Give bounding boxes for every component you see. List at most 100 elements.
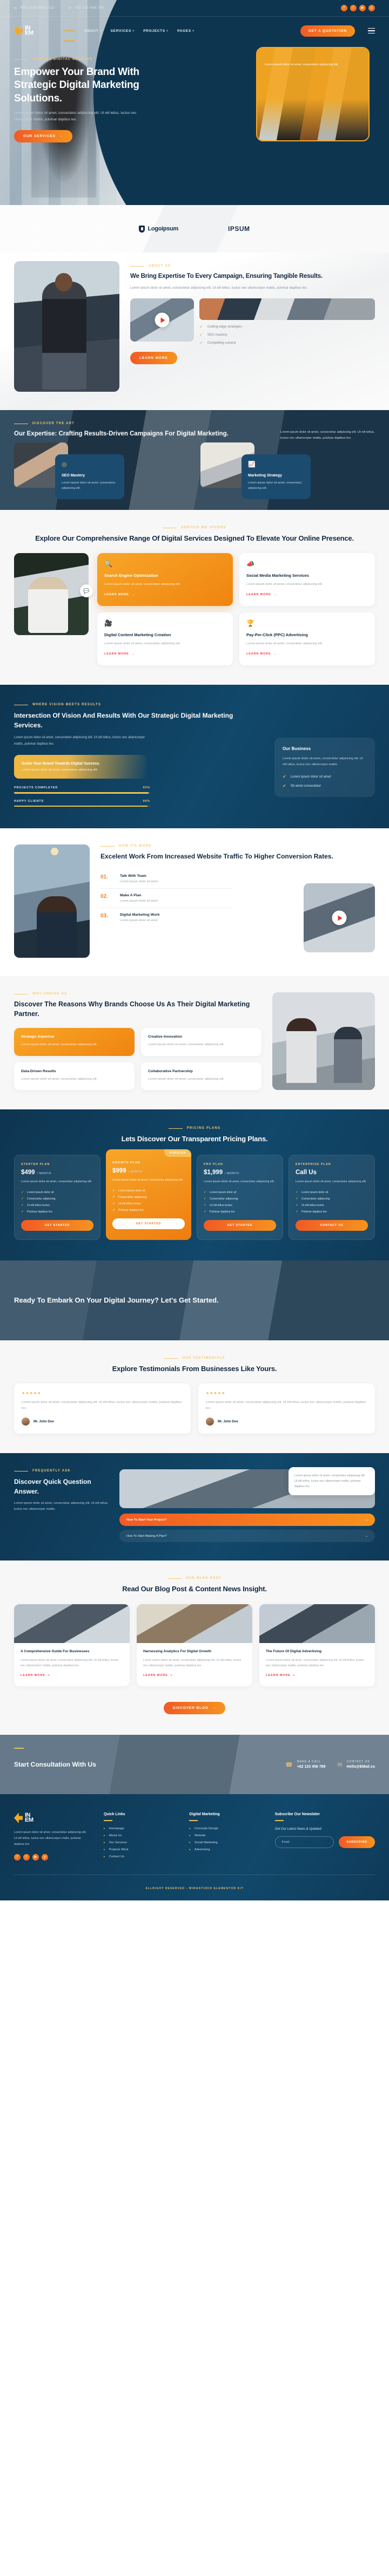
newsletter-email-input[interactable]: [274, 1836, 334, 1848]
twitter-icon[interactable]: t: [23, 1854, 30, 1861]
twitter-icon[interactable]: t: [350, 5, 357, 11]
footer-link-advertising[interactable]: ▸ Advertising: [189, 1848, 260, 1851]
testimonial-text: Lorem ipsum dolor sit amet, consectetur …: [206, 1401, 366, 1410]
pricing-plan-pro[interactable]: PRO PLAN $1,999 / MONTH Lorem ipsum dolo…: [197, 1155, 283, 1241]
about-video-thumb[interactable]: [130, 298, 194, 342]
about-check-item: ✓ Compelling content: [199, 340, 375, 345]
footer-link-concepts[interactable]: ▸ Concepts Design: [189, 1827, 260, 1830]
blog-eyebrow: OUR BLOG POST: [14, 1577, 375, 1580]
nav-item-services[interactable]: SERVICES +: [111, 29, 135, 33]
consultation-email[interactable]: ✉ CONTACT US Hello@EMail.co: [337, 1760, 375, 1769]
about-section: ABOUT US We Bring Expertise To Every Cam…: [0, 253, 389, 410]
footer-newsletter-column: Subscribe Our Newslater Get Our Latest N…: [274, 1812, 375, 1861]
plan-cta-button[interactable]: CONTACT US: [296, 1220, 368, 1231]
blog-learn-more-link[interactable]: LEARN MORE»: [21, 1674, 50, 1677]
service-card-social[interactable]: 📣 Social Media Marketing Services Lorem …: [239, 553, 375, 606]
progress-track: [14, 805, 150, 807]
pinterest-icon[interactable]: p: [368, 5, 375, 11]
faq-accordion-item-2[interactable]: How To Start Making A Plan? ⌄: [119, 1530, 375, 1543]
nav-item-projects[interactable]: PROJECTS +: [143, 29, 169, 33]
newsletter-subscribe-button[interactable]: SUBSCRIBE: [339, 1836, 375, 1848]
nav-item-pages[interactable]: PAGES +: [177, 29, 194, 33]
plan-cta-button[interactable]: GET STARTED: [112, 1218, 185, 1230]
blog-card[interactable]: The Future Of Digital Advertising Lorem …: [259, 1604, 375, 1687]
facebook-icon[interactable]: f: [341, 5, 347, 11]
nav-item-home[interactable]: HOME: [63, 29, 76, 42]
pricing-plan-growth[interactable]: POPULAR GROWTH PLAN $999 / MONTH Lorem i…: [106, 1149, 191, 1241]
blog-learn-more-link[interactable]: LEARN MORE»: [143, 1674, 173, 1677]
business-check-item: ✓ Lorem ipsum dolor sit amet: [283, 774, 367, 779]
get-quotation-button[interactable]: GET A QUOTATION: [300, 25, 355, 37]
service-learn-more-link[interactable]: LEARN MORE →: [104, 652, 135, 656]
how-step-number: 02.: [100, 893, 108, 899]
faq-accordion-item-1[interactable]: How To Start Your Project? ⌄: [119, 1514, 375, 1526]
discover-blog-button[interactable]: DISCOVER BLOG →: [163, 1702, 226, 1715]
service-card-ppc[interactable]: 🏆 Pay-Per-Click (PPC) Advertising Lorem …: [239, 612, 375, 666]
blog-title: Read Our Blog Post & Content News Insigh…: [122, 1585, 267, 1593]
footer-link-contact[interactable]: ▸ Contact Us: [104, 1855, 175, 1858]
about-learn-more-button[interactable]: LEARN MORE: [130, 352, 177, 365]
pricing-plan-enterprise[interactable]: ENTERPRISE PLAN Call Us Lorem ipsum dolo…: [289, 1155, 375, 1241]
youtube-icon[interactable]: ▶: [32, 1854, 39, 1861]
how-video-thumb[interactable]: [304, 883, 375, 953]
service-card-content[interactable]: 🎥 Digital Content Marketing Creation Lor…: [97, 612, 233, 666]
blog-card[interactable]: A Comprehensive Guide For Businesses Lor…: [14, 1604, 130, 1687]
blog-learn-more-link[interactable]: LEARN MORE»: [266, 1674, 296, 1677]
service-learn-more-link[interactable]: LEARN MORE →: [246, 593, 277, 596]
blog-section: OUR BLOG POST Read Our Blog Post & Conte…: [0, 1560, 389, 1735]
topbar-email[interactable]: ✉ HELLO@EMAIL.CO: [14, 6, 54, 10]
footer-link-social[interactable]: ▸ Social Marketing: [189, 1841, 260, 1844]
plan-feature-label: Lorem ipsum dolor sit: [27, 1190, 54, 1194]
testimonial-card: ★★★★★ Lorem ipsum dolor sit amet, consec…: [198, 1384, 375, 1434]
faq-accordion-column: Lorem ipsum dolor sit amet, consectetur …: [119, 1467, 375, 1543]
testimonial-author-name: Mr. John Doe: [218, 1420, 238, 1423]
pinterest-icon[interactable]: p: [42, 1854, 48, 1861]
faq-answer-card: Lorem ipsum dolor sit amet, consectetur …: [289, 1467, 375, 1496]
arrow-right-icon: →: [59, 134, 64, 138]
consultation-phone-body: MAKE A CALL +62 123 456 789: [297, 1760, 326, 1769]
service-card-title: Pay-Per-Click (PPC) Advertising: [246, 632, 308, 638]
faq-question-label: How To Start Your Project?: [126, 1518, 167, 1522]
eyebrow-line: [14, 59, 28, 60]
hamburger-menu-icon[interactable]: [368, 28, 375, 34]
why-card-data[interactable]: Data-Driven Results Lorem ipsum dolor si…: [14, 1062, 135, 1091]
play-button-icon[interactable]: [155, 312, 170, 328]
nav-item-about[interactable]: ABOUT +: [84, 29, 102, 33]
plan-amount: $499: [21, 1169, 35, 1176]
footer-link-about[interactable]: ▸ About Us: [104, 1834, 175, 1837]
expertise-card-strategy[interactable]: 📈 Marketing Strategy Lorem ipsum dolor s…: [200, 442, 375, 499]
footer-quick-links-list: ▸ Homepage ▸ About Us ▸ Our Services ▸ Proje…: [104, 1827, 175, 1858]
play-button-icon[interactable]: [332, 910, 347, 925]
stats-promo-text: Lorem ipsum dolor sit amet, consectetur …: [22, 768, 98, 772]
why-card-creative[interactable]: Creative Innovation Lorem ipsum dolor si…: [141, 1027, 261, 1056]
service-card-seo[interactable]: 🔍 Search Engine Optimization Lorem ipsum…: [97, 553, 233, 606]
blog-card[interactable]: Harnessing Analytics For Digital Growth …: [137, 1604, 252, 1687]
footer-link-website[interactable]: ▸ Website: [189, 1834, 260, 1837]
footer-title-rule: [189, 1820, 198, 1821]
consultation-email-body: CONTACT US Hello@EMail.co: [347, 1760, 375, 1769]
check-icon: ✓: [112, 1196, 116, 1200]
service-learn-more-link[interactable]: LEARN MORE →: [104, 593, 135, 596]
facebook-icon[interactable]: f: [14, 1854, 21, 1861]
hero-services-button[interactable]: OUR SERVICES →: [14, 130, 73, 142]
topbar-phone[interactable]: ✆ +62 123 456 789: [68, 6, 104, 10]
pricing-plan-starter[interactable]: STARTER PLAN $499 / MONTH Lorem ipsum do…: [14, 1155, 100, 1241]
plan-cta-button[interactable]: GET STARTED: [21, 1220, 93, 1231]
footer-link-homepage[interactable]: ▸ Homepage: [104, 1827, 175, 1830]
footer-logo[interactable]: IN EM: [14, 1812, 90, 1824]
footer-link-label: Projects Work: [109, 1848, 129, 1851]
footer-link-projects[interactable]: ▸ Projects Work: [104, 1848, 175, 1851]
service-learn-more-label: LEARN MORE: [104, 593, 129, 597]
expertise-card-seo[interactable]: ◎ SEO Mastery Lorem ipsum dolor sit amet…: [14, 442, 189, 499]
why-card-strategic[interactable]: Strategic Expertise Lorem ipsum dolor si…: [14, 1027, 135, 1056]
check-icon: ✓: [199, 324, 203, 330]
youtube-icon[interactable]: ▶: [359, 5, 366, 11]
why-card-partnership[interactable]: Collaborative Partnership Lorem ipsum do…: [141, 1062, 261, 1091]
consultation-phone[interactable]: ☎ MAKE A CALL +62 123 456 789: [285, 1760, 325, 1769]
plan-feature-label: Consectetur adipiscing: [301, 1197, 330, 1201]
site-logo[interactable]: IN EM: [14, 25, 33, 36]
footer-link-services[interactable]: ▸ Our Services: [104, 1841, 175, 1844]
blog-cards: A Comprehensive Guide For Businesses Lor…: [14, 1604, 375, 1687]
service-learn-more-link[interactable]: LEARN MORE →: [246, 652, 277, 656]
plan-cta-button[interactable]: GET STARTED: [204, 1220, 276, 1231]
